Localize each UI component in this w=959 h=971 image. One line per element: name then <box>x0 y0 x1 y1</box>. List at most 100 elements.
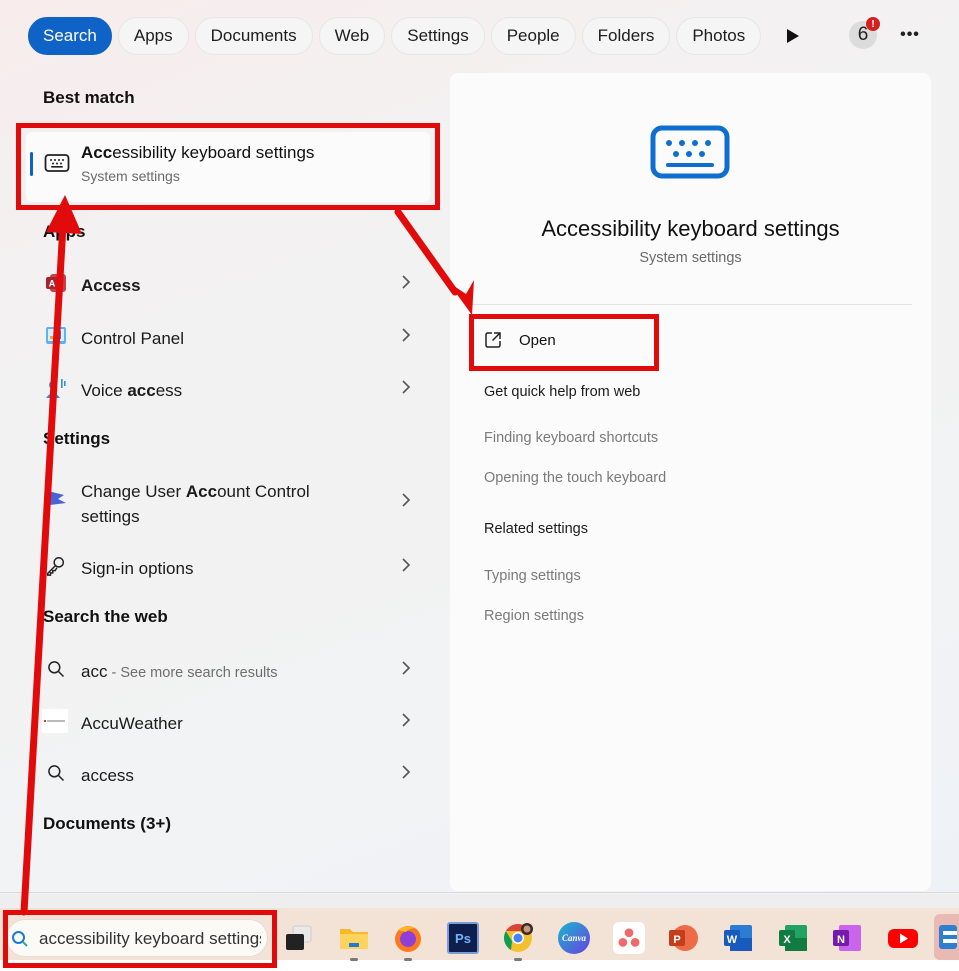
accuweather-icon <box>42 709 68 733</box>
tab-settings[interactable]: Settings <box>391 17 485 55</box>
taskbar-canva[interactable]: Canva <box>558 922 590 954</box>
best-match-subtitle: System settings <box>81 168 180 184</box>
best-match-header: Best match <box>43 88 135 107</box>
result-web-access[interactable]: access <box>26 751 430 795</box>
more-options-button[interactable]: ••• <box>896 24 924 46</box>
chevron-right-icon[interactable] <box>400 659 412 677</box>
preview-pane: Accessibility keyboard settings System s… <box>450 73 931 891</box>
taskbar-partial-app[interactable] <box>934 914 959 960</box>
chrome-icon <box>504 923 533 952</box>
folder-icon <box>340 929 368 949</box>
chevron-right-icon[interactable] <box>400 273 412 291</box>
open-button[interactable]: Open <box>475 325 655 359</box>
preview-title: Accessibility keyboard settings <box>541 216 840 241</box>
chevron-right-icon[interactable] <box>400 711 412 729</box>
tab-documents[interactable]: Documents <box>194 17 313 55</box>
taskbar-photoshop[interactable]: Ps <box>447 922 479 954</box>
tab-people[interactable]: People <box>490 17 576 55</box>
result-control-panel[interactable]: Control Panel <box>26 314 430 358</box>
filter-tabs: Search Apps Documents Web Settings Peopl… <box>28 16 813 56</box>
svg-text:P: P <box>673 934 680 946</box>
result-label: Change User Account Control settings <box>81 482 310 526</box>
canva-icon: Canva <box>561 933 586 943</box>
svg-text:X: X <box>783 934 791 946</box>
chevron-right-icon[interactable] <box>400 378 412 396</box>
running-indicator <box>514 958 522 961</box>
word-icon: W <box>724 925 752 951</box>
taskbar-chrome[interactable] <box>502 922 534 954</box>
selection-indicator <box>30 152 33 176</box>
divider <box>470 304 912 305</box>
related-settings-header: Related settings <box>484 521 588 537</box>
open-external-icon <box>485 332 501 348</box>
onenote-icon: N <box>833 925 861 951</box>
taskbar-excel[interactable]: X <box>777 922 809 954</box>
search-icon <box>44 761 68 785</box>
documents-header[interactable]: Documents (3+) <box>43 814 171 834</box>
taskbar-youtube[interactable] <box>887 922 919 954</box>
chevron-right-icon[interactable] <box>400 556 412 574</box>
related-link-typing[interactable]: Typing settings <box>484 568 581 584</box>
taskbar-file-explorer[interactable] <box>338 922 370 954</box>
best-match-item[interactable]: Accessibility keyboard settings System s… <box>26 132 430 202</box>
result-label: Sign-in options <box>81 559 194 578</box>
play-icon <box>787 29 800 43</box>
chevron-right-icon[interactable] <box>400 326 412 344</box>
help-link-keyboard-shortcuts[interactable]: Finding keyboard shortcuts <box>484 430 658 446</box>
photoshop-icon: Ps <box>455 930 471 946</box>
related-link-region[interactable]: Region settings <box>484 608 584 624</box>
youtube-icon <box>888 929 918 948</box>
tab-apps[interactable]: Apps <box>117 17 189 55</box>
voice-access-icon <box>44 376 68 400</box>
task-view-icon <box>286 925 312 950</box>
tab-search[interactable]: Search <box>28 17 112 55</box>
firefox-icon <box>395 926 421 952</box>
search-icon <box>44 657 68 681</box>
result-sign-in-options[interactable]: Sign-in options <box>26 544 430 588</box>
control-panel-icon <box>44 324 68 348</box>
uac-flag-icon <box>44 487 68 511</box>
result-accuweather[interactable]: AccuWeather <box>26 699 430 743</box>
help-link-touch-keyboard[interactable]: Opening the touch keyboard <box>484 470 666 486</box>
taskbar-task-view[interactable] <box>284 922 316 954</box>
chevron-right-icon[interactable] <box>400 491 412 509</box>
keyboard-icon <box>650 125 730 179</box>
best-match-title: Accessibility keyboard settings <box>81 143 315 162</box>
key-icon <box>44 554 68 578</box>
svg-text:A: A <box>49 279 56 289</box>
taskbar-onenote[interactable]: N <box>831 922 863 954</box>
taskbar-powerpoint[interactable]: P <box>667 922 699 954</box>
alert-icon: ! <box>866 17 880 31</box>
result-label: access <box>81 766 134 785</box>
result-label: AccuWeather <box>81 714 183 733</box>
search-web-header: Search the web <box>43 607 168 626</box>
tab-folders[interactable]: Folders <box>581 17 671 55</box>
result-uac-settings[interactable]: Change User Account Control settings <box>26 469 430 531</box>
result-web-acc[interactable]: acc - See more search results <box>26 647 430 691</box>
result-label: Access <box>81 276 141 295</box>
svg-text:W: W <box>727 934 738 946</box>
screen-edge <box>0 960 959 971</box>
taskbar-asana[interactable] <box>613 922 645 954</box>
tab-photos[interactable]: Photos <box>676 17 762 55</box>
result-voice-access[interactable]: Voice access <box>26 366 430 410</box>
quick-help-header[interactable]: Get quick help from web <box>484 384 640 400</box>
search-icon <box>12 931 28 947</box>
rewards-badge[interactable]: 6 ! <box>849 17 880 49</box>
taskbar-search-input[interactable] <box>39 926 261 952</box>
app-icon <box>938 925 957 949</box>
chevron-right-icon[interactable] <box>400 763 412 781</box>
result-label: Voice access <box>81 381 183 400</box>
result-label: Control Panel <box>81 329 185 348</box>
result-access[interactable]: A Access <box>26 261 430 305</box>
taskbar-firefox[interactable] <box>392 922 424 954</box>
ms-access-icon: A <box>44 271 68 295</box>
svg-text:N: N <box>837 934 845 946</box>
running-indicator <box>350 958 358 961</box>
taskbar-search-box[interactable] <box>6 919 268 957</box>
tab-web[interactable]: Web <box>318 17 386 55</box>
taskbar-separator <box>0 894 959 908</box>
apps-header: Apps <box>43 222 86 241</box>
more-tabs-button[interactable] <box>773 17 813 55</box>
taskbar-word[interactable]: W <box>722 922 754 954</box>
